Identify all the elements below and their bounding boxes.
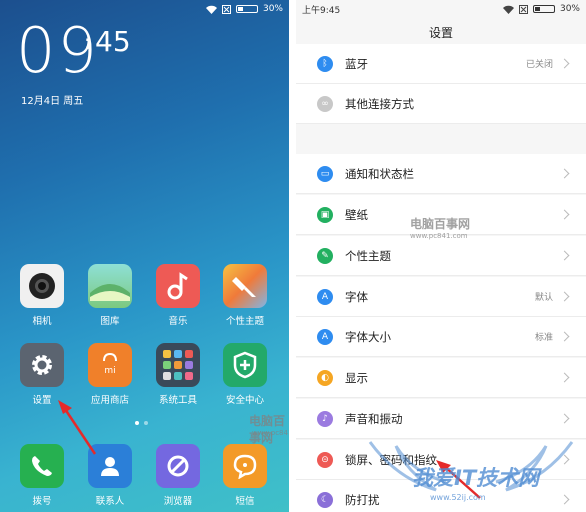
settings-item-label: 字体 bbox=[345, 289, 368, 304]
app-system-tools[interactable]: 系统工具 bbox=[148, 343, 208, 406]
app-store[interactable]: mi 应用商店 bbox=[80, 343, 140, 406]
app-label: 拨号 bbox=[32, 496, 52, 507]
battery-percent: 30% bbox=[559, 4, 580, 14]
battery-percent: 30% bbox=[262, 4, 283, 14]
settings-item-value: 标准 bbox=[534, 333, 553, 343]
home-screen: 30% 09 : 45 12月4日 周五 相机 图库 音乐 个性主题 设置 mi… bbox=[0, 0, 289, 512]
message-icon bbox=[223, 444, 267, 488]
app-label: 系统工具 bbox=[158, 395, 197, 406]
settings-item[interactable]: ▭ 通知和状态栏 bbox=[296, 154, 586, 194]
watermark-corner-url: www.52ij.com bbox=[430, 493, 486, 502]
sim-icon bbox=[221, 4, 231, 14]
svg-text:mi: mi bbox=[104, 366, 115, 376]
theme-icon: ✎ bbox=[317, 247, 333, 264]
font-size-icon: A bbox=[317, 328, 333, 345]
chevron-right-icon bbox=[559, 413, 570, 424]
app-label: 浏览器 bbox=[163, 496, 193, 507]
panel-divider bbox=[289, 0, 296, 512]
page-indicator bbox=[135, 421, 148, 425]
chevron-right-icon bbox=[559, 168, 570, 179]
chevron-right-icon bbox=[559, 58, 570, 69]
app-label: 安全中心 bbox=[225, 395, 264, 406]
settings-item-label: 其他连接方式 bbox=[345, 96, 414, 111]
settings-item-label: 声音和振动 bbox=[345, 411, 403, 426]
settings-item-label: 个性主题 bbox=[345, 248, 391, 263]
app-music[interactable]: 音乐 bbox=[148, 264, 208, 327]
status-bar: 30% bbox=[205, 2, 283, 16]
status-bar: 上午9:45 30% bbox=[296, 2, 580, 16]
chevron-right-icon bbox=[559, 331, 570, 342]
wallpaper-icon: ▣ bbox=[317, 206, 333, 223]
browser-icon bbox=[156, 444, 200, 488]
app-camera[interactable]: 相机 bbox=[12, 264, 72, 327]
app-label: 联系人 bbox=[95, 496, 125, 507]
settings-item[interactable]: ✎ 个性主题 bbox=[296, 236, 586, 276]
settings-screen: 上午9:45 30% 设置 ᛒ 蓝牙 已关闭 ∞ 其他连接方式 ▭ 通知和状态栏 ▣ 壁纸 ✎ 个性… bbox=[296, 0, 586, 512]
app-label: 相机 bbox=[32, 316, 52, 327]
app-security[interactable]: 安全中心 bbox=[215, 343, 275, 406]
app-settings[interactable]: 设置 bbox=[12, 343, 72, 406]
app-theme[interactable]: 个性主题 bbox=[215, 264, 275, 327]
wifi-icon bbox=[502, 5, 514, 14]
display-icon: ◐ bbox=[317, 369, 333, 386]
link-icon: ∞ bbox=[317, 95, 333, 112]
chevron-right-icon bbox=[559, 250, 570, 261]
gallery-icon bbox=[88, 264, 132, 308]
sim-icon bbox=[518, 4, 528, 14]
battery-icon bbox=[532, 5, 555, 13]
settings-item[interactable]: ᛒ 蓝牙 已关闭 bbox=[296, 44, 586, 84]
mi-store-icon: mi bbox=[88, 343, 132, 387]
notification-icon: ▭ bbox=[317, 165, 333, 182]
page-title: 设置 bbox=[428, 26, 453, 40]
settings-item[interactable]: A 字体 默认 bbox=[296, 277, 586, 317]
status-time: 上午9:45 bbox=[302, 5, 341, 16]
app-label: 音乐 bbox=[168, 316, 188, 327]
watermark-center-url: www.pc841.com bbox=[410, 232, 468, 240]
clock-colon: : bbox=[84, 30, 91, 54]
settings-item-label: 显示 bbox=[345, 370, 368, 385]
security-shield-icon bbox=[223, 343, 267, 387]
clock-minute: 45 bbox=[95, 25, 131, 58]
settings-item[interactable]: ◐ 显示 bbox=[296, 358, 586, 398]
date-label: 12月4日 周五 bbox=[21, 96, 84, 107]
wifi-icon bbox=[205, 5, 217, 14]
app-label: 个性主题 bbox=[225, 316, 264, 327]
font-icon: A bbox=[317, 288, 333, 305]
battery-icon bbox=[235, 5, 258, 13]
chevron-right-icon bbox=[559, 372, 570, 383]
watermark-url: www.pc841.com bbox=[252, 429, 289, 437]
bluetooth-icon: ᛒ bbox=[317, 55, 333, 72]
app-label: 图库 bbox=[100, 316, 120, 327]
chevron-right-icon bbox=[559, 291, 570, 302]
settings-item[interactable]: ♪ 声音和振动 bbox=[296, 399, 586, 439]
settings-gear-icon bbox=[20, 343, 64, 387]
dock-messages[interactable]: 短信 bbox=[215, 444, 275, 507]
chevron-right-icon bbox=[559, 209, 570, 220]
dock-browser[interactable]: 浏览器 bbox=[148, 444, 208, 507]
settings-item-value: 已关闭 bbox=[525, 60, 553, 70]
settings-item-value: 默认 bbox=[534, 293, 553, 303]
camera-icon bbox=[20, 264, 64, 308]
lock-icon: ⊝ bbox=[317, 451, 333, 468]
watermark-corner-title: 我爱IT技术网 bbox=[412, 466, 540, 490]
app-gallery[interactable]: 图库 bbox=[80, 264, 140, 327]
watermark-center-title: 电脑百事网 bbox=[410, 217, 471, 231]
settings-item-label: 通知和状态栏 bbox=[345, 166, 414, 181]
music-icon bbox=[156, 264, 200, 308]
do-not-disturb-icon: ☾ bbox=[317, 491, 333, 508]
sound-icon: ♪ bbox=[317, 410, 333, 427]
app-label: 短信 bbox=[235, 496, 255, 507]
settings-item-label: 蓝牙 bbox=[345, 56, 368, 71]
settings-item-label: 字体大小 bbox=[345, 329, 391, 344]
theme-brush-icon bbox=[223, 264, 267, 308]
red-arrow-annotation bbox=[58, 400, 97, 455]
system-tools-folder-icon bbox=[156, 343, 200, 387]
settings-item[interactable]: ∞ 其他连接方式 bbox=[296, 84, 586, 124]
settings-item[interactable]: A 字体大小 标准 bbox=[296, 317, 586, 357]
